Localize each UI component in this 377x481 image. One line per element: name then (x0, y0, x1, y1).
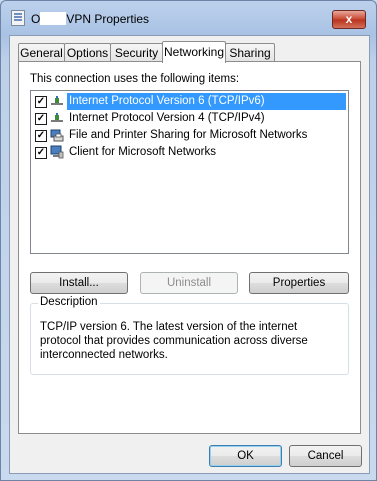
checkbox-client-networks[interactable]: ✓ (35, 147, 47, 159)
list-item-label: Internet Protocol Version 6 (TCP/IPv6) (67, 93, 346, 110)
close-button[interactable]: x (332, 10, 366, 29)
list-item-label: Client for Microsoft Networks (69, 146, 216, 158)
connection-icon (11, 10, 25, 26)
list-item-label: File and Printer Sharing for Microsoft N… (69, 129, 308, 141)
ok-button[interactable]: OK (209, 445, 282, 467)
checkbox-ipv6[interactable]: ✓ (35, 96, 47, 108)
service-icon (50, 129, 64, 142)
properties-window: O VPN Properties x General Options Securi… (0, 0, 377, 481)
uninstall-button[interactable]: Uninstall (140, 272, 238, 294)
list-item-label: Internet Protocol Version 4 (TCP/IPv4) (69, 112, 265, 124)
close-icon: x (345, 12, 353, 26)
redacted-text (40, 12, 67, 25)
checkbox-file-printer-sharing[interactable]: ✓ (35, 130, 47, 142)
cancel-button[interactable]: Cancel (289, 445, 362, 467)
list-item-file-printer-sharing[interactable]: ✓ File and Printer Sharing for Microsoft… (33, 127, 346, 144)
description-title: Description (38, 296, 100, 308)
properties-button[interactable]: Properties (249, 272, 349, 294)
items-label: This connection uses the following items… (30, 73, 240, 85)
checkbox-ipv4[interactable]: ✓ (35, 113, 47, 125)
list-item-client-networks[interactable]: ✓ Client for Microsoft Networks (33, 144, 346, 161)
networking-panel: This connection uses the following items… (18, 61, 361, 434)
tab-networking[interactable]: Networking (162, 41, 226, 63)
tab-security[interactable]: Security (110, 43, 163, 62)
window-title-suffix: VPN Properties (66, 12, 150, 26)
title-bar[interactable]: O VPN Properties x (1, 1, 376, 35)
tab-sharing[interactable]: Sharing (225, 43, 275, 62)
list-item-ipv4[interactable]: ✓ Internet Protocol Version 4 (TCP/IPv4) (33, 110, 346, 127)
window-title: O VPN Properties (31, 12, 149, 26)
window-title-prefix: O (31, 12, 41, 26)
tab-options[interactable]: Options (64, 43, 111, 62)
install-button[interactable]: Install... (30, 272, 128, 294)
tab-general[interactable]: General (18, 43, 65, 62)
description-group: Description TCP/IP version 6. The latest… (30, 296, 349, 375)
protocol-icon (51, 96, 63, 105)
description-text: TCP/IP version 6. The latest version of … (40, 321, 308, 361)
protocol-icon (51, 113, 63, 122)
components-list[interactable]: ✓ Internet Protocol Version 6 (TCP/IPv6)… (30, 90, 349, 254)
client-icon (50, 145, 64, 159)
list-item-ipv6[interactable]: ✓ Internet Protocol Version 6 (TCP/IPv6) (33, 93, 346, 110)
dialog-client: General Options Security Networking Shar… (9, 35, 370, 474)
